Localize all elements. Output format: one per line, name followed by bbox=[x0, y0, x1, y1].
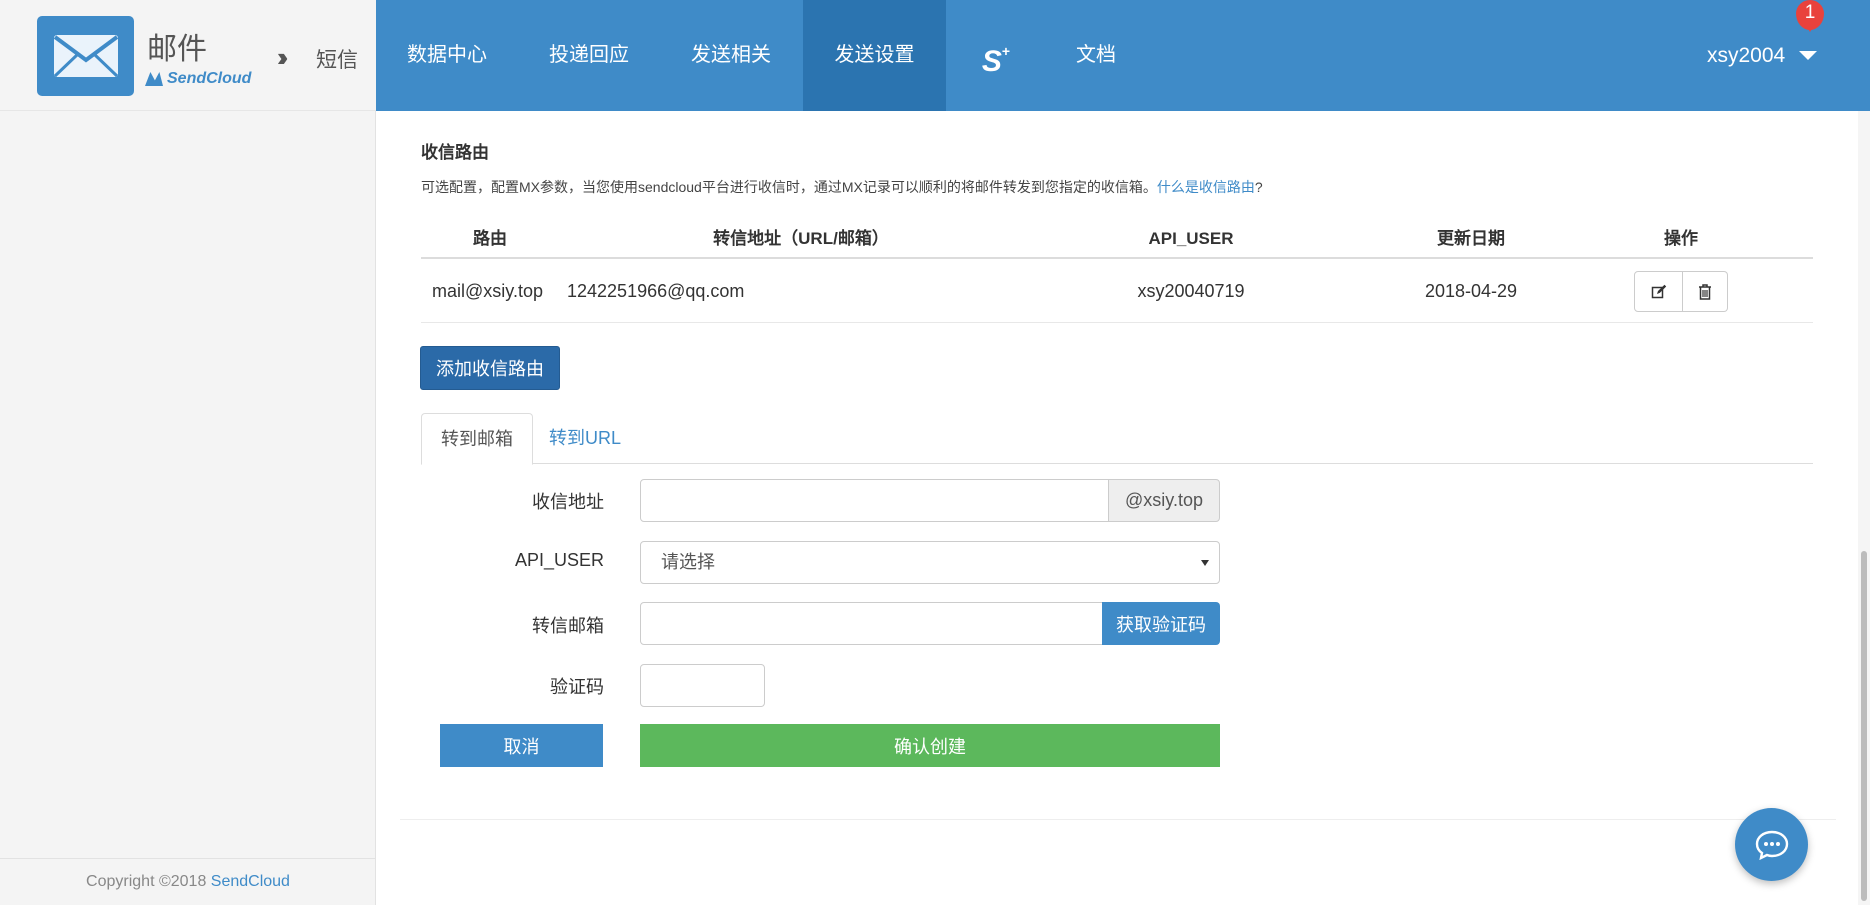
address-label: 收信地址 bbox=[532, 492, 604, 512]
tab-bar: 转到邮箱 转到URL bbox=[421, 401, 1813, 465]
brand-area: 邮件 SendCloud ›› 短信 bbox=[0, 0, 376, 111]
section-description: 可选配置，配置MX参数，当您使用sendcloud平台进行收信时，通过MX记录可… bbox=[421, 177, 1263, 197]
trash-icon bbox=[1699, 283, 1711, 300]
add-route-button[interactable]: 添加收信路由 bbox=[420, 346, 560, 390]
section-title: 收信路由 bbox=[421, 143, 489, 162]
edit-icon bbox=[1651, 284, 1666, 298]
table-row: mail@xsiy.top 1242251966@qq.com xsy20040… bbox=[421, 259, 1813, 323]
sidebar: Copyright ©2018 SendCloud bbox=[0, 111, 376, 905]
forward-label: 转信邮箱 bbox=[532, 616, 604, 636]
cell-route: mail@xsiy.top bbox=[432, 281, 543, 301]
header-date: 更新日期 bbox=[1437, 229, 1505, 248]
get-code-button[interactable]: 获取验证码 bbox=[1102, 602, 1220, 645]
cell-date: 2018-04-29 bbox=[1424, 281, 1518, 301]
copyright: Copyright ©2018 SendCloud bbox=[0, 858, 376, 905]
brand-subtitle: SendCloud bbox=[145, 70, 251, 88]
username: xsy2004 bbox=[1707, 44, 1786, 67]
chat-button[interactable] bbox=[1735, 808, 1808, 881]
page-scrollbar[interactable] bbox=[1858, 111, 1870, 905]
description-text: 可选配置，配置MX参数，当您使用sendcloud平台进行收信时，通过MX记录可… bbox=[421, 179, 1157, 195]
brand-subtitle-text: SendCloud bbox=[167, 70, 252, 87]
help-link[interactable]: 什么是收信路由 bbox=[1157, 179, 1255, 195]
header-route: 路由 bbox=[473, 229, 507, 248]
code-input[interactable] bbox=[640, 664, 765, 707]
address-domain-suffix: @xsiy.top bbox=[1108, 479, 1220, 522]
tab-to-url[interactable]: 转到URL bbox=[530, 413, 640, 465]
forward-email-input[interactable] bbox=[640, 602, 1104, 645]
double-chevron-right-icon[interactable]: ›› bbox=[277, 42, 289, 73]
nav-splus[interactable]: S+ bbox=[946, 0, 1046, 111]
envelope-icon bbox=[53, 35, 119, 78]
sms-switch-link[interactable]: 短信 bbox=[316, 44, 358, 74]
nav-delivery-response[interactable]: 投递回应 bbox=[518, 0, 660, 111]
panel-divider bbox=[400, 819, 1836, 820]
cell-forward: 1242251966@qq.com bbox=[567, 281, 745, 301]
row-actions bbox=[1634, 271, 1728, 312]
api-user-select[interactable]: 请选择 bbox=[640, 541, 1220, 584]
logo[interactable] bbox=[37, 16, 134, 96]
nav-splus-sup: + bbox=[1001, 43, 1011, 59]
sendcloud-logo-icon bbox=[145, 72, 163, 86]
top-header: 邮件 SendCloud ›› 短信 数据中心 投递回应 发送相关 发送设置 S… bbox=[0, 0, 1870, 111]
confirm-create-button[interactable]: 确认创建 bbox=[640, 724, 1220, 767]
cell-api-user: xsy20040719 bbox=[1137, 281, 1245, 301]
nav-splus-label: S bbox=[981, 45, 1002, 78]
header-actions: 操作 bbox=[1664, 229, 1698, 248]
sendcloud-link[interactable]: SendCloud bbox=[211, 873, 290, 890]
table-header: 路由 转信地址（URL/邮箱） API_USER 更新日期 操作 bbox=[421, 221, 1813, 259]
main-content: 收信路由 可选配置，配置MX参数，当您使用sendcloud平台进行收信时，通过… bbox=[376, 111, 1870, 905]
caret-down-icon bbox=[1799, 51, 1818, 60]
nav-data-center[interactable]: 数据中心 bbox=[376, 0, 518, 111]
brand-title: 邮件 bbox=[147, 32, 207, 67]
tab-to-mailbox[interactable]: 转到邮箱 bbox=[421, 413, 533, 465]
main-nav: 数据中心 投递回应 发送相关 发送设置 S+ 文档 bbox=[376, 0, 1870, 111]
header-forward: 转信地址（URL/邮箱） bbox=[713, 229, 889, 248]
nav-sending[interactable]: 发送相关 bbox=[660, 0, 802, 111]
address-input[interactable] bbox=[640, 479, 1109, 522]
scrollbar-thumb[interactable] bbox=[1861, 551, 1867, 901]
api-user-label: API_USER bbox=[514, 550, 604, 570]
api-user-selected: 请选择 bbox=[661, 552, 715, 572]
nav-docs[interactable]: 文档 bbox=[1046, 0, 1146, 111]
header-api-user: API_USER bbox=[1148, 229, 1234, 248]
chat-bubble-icon bbox=[1755, 830, 1788, 860]
routes-table: 路由 转信地址（URL/邮箱） API_USER 更新日期 操作 mail@xs… bbox=[421, 221, 1813, 323]
delete-button[interactable] bbox=[1683, 271, 1728, 312]
cancel-button[interactable]: 取消 bbox=[440, 724, 603, 767]
help-suffix: ? bbox=[1254, 179, 1263, 195]
nav-send-settings[interactable]: 发送设置 bbox=[803, 0, 946, 111]
code-label: 验证码 bbox=[550, 677, 604, 697]
edit-button[interactable] bbox=[1634, 271, 1683, 312]
select-caret-icon bbox=[1201, 560, 1209, 566]
copyright-text: Copyright ©2018 bbox=[86, 873, 211, 890]
